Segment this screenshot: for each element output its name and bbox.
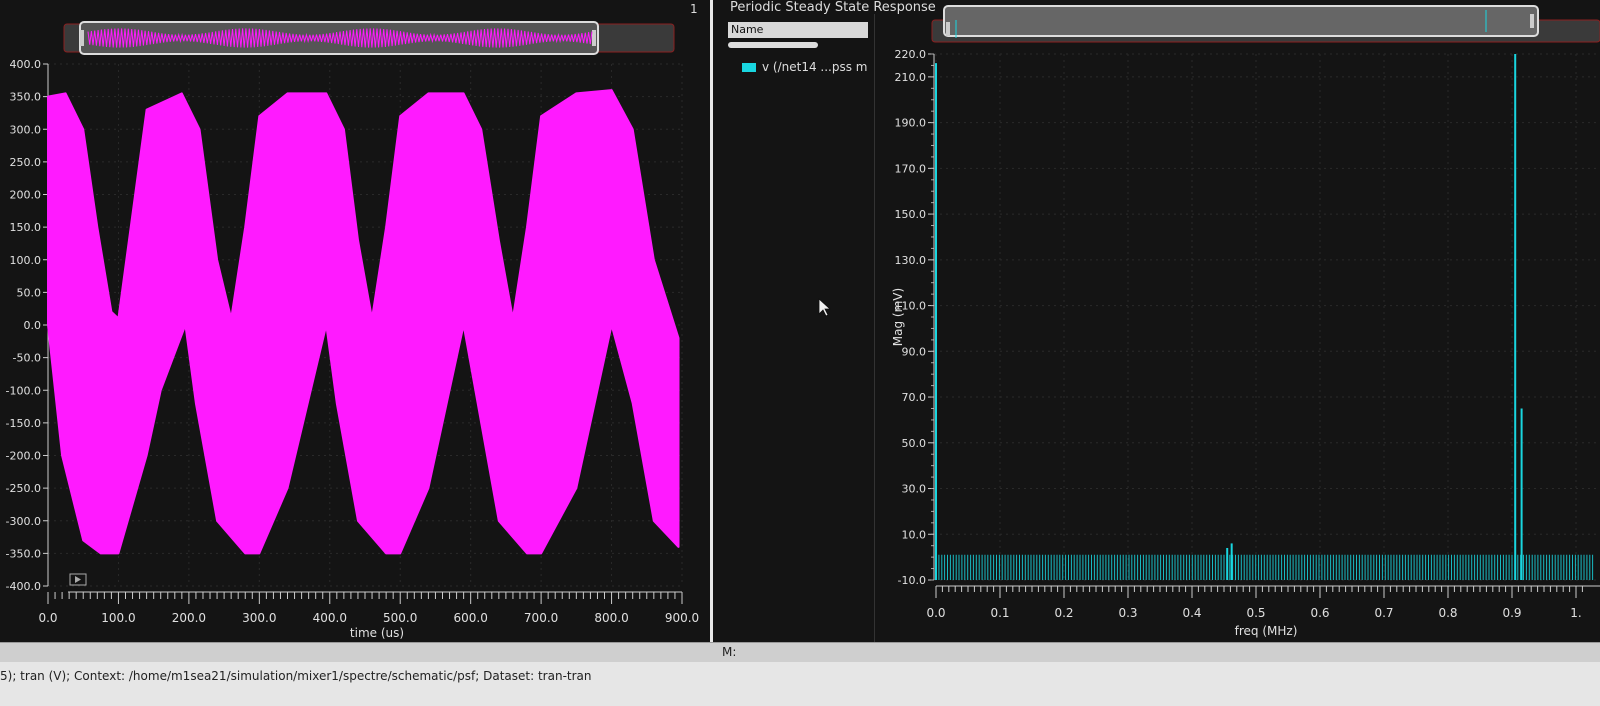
y-tick-label: 90.0 xyxy=(902,345,927,358)
x-tick-label: 600.0 xyxy=(453,611,487,625)
x-tick-label: 700.0 xyxy=(524,611,558,625)
spectrum-noise-floor xyxy=(935,554,1594,580)
marker-bar: M: xyxy=(0,642,1600,663)
y-tick-label: 350.0 xyxy=(10,91,42,104)
x-tick-label: 1. xyxy=(1570,606,1581,620)
x-axis-label: time (us) xyxy=(350,626,404,640)
x-tick-label: 200.0 xyxy=(172,611,206,625)
y-tick-label: 150.0 xyxy=(10,221,42,234)
x-tick-label: 0.8 xyxy=(1438,606,1457,620)
y-tick-label: 50.0 xyxy=(17,286,42,299)
x-tick-label: 800.0 xyxy=(594,611,628,625)
y-tick-label: -50.0 xyxy=(13,352,41,365)
y-tick-label: 210.0 xyxy=(895,71,927,84)
y-tick-label: -250.0 xyxy=(6,482,41,495)
x-tick-label: 0.9 xyxy=(1502,606,1521,620)
y-tick-label: 220.0 xyxy=(895,48,927,61)
zoom-handle-left xyxy=(946,22,950,36)
x-tick-label: 0.2 xyxy=(1054,606,1073,620)
y-tick-label: -300.0 xyxy=(6,515,41,528)
list-column-header[interactable]: Name xyxy=(728,22,868,38)
x-tick-label: 0.7 xyxy=(1374,606,1393,620)
transient-waveform xyxy=(47,89,680,555)
x-tick-label: 300.0 xyxy=(242,611,276,625)
y-tick-label: 300.0 xyxy=(10,123,42,136)
status-text: 5); tran (V); Context: /home/m1sea21/sim… xyxy=(0,669,592,683)
legend-swatch xyxy=(742,63,756,72)
spectrum-chart[interactable]: 220.0210.0190.0170.0150.0130.0110.090.07… xyxy=(876,0,1600,642)
y-tick-label: 70.0 xyxy=(902,391,927,404)
play-icon-glyph xyxy=(75,576,81,583)
y-tick-label: -200.0 xyxy=(6,450,41,463)
y-tick-label: -350.0 xyxy=(6,547,41,560)
y-tick-label: 250.0 xyxy=(10,156,42,169)
pane-divider[interactable] xyxy=(874,14,875,642)
y-tick-label: -400.0 xyxy=(6,580,41,593)
y-axis-label: Mag (mV) xyxy=(891,288,905,346)
y-tick-label: 0.0 xyxy=(24,319,42,332)
legend-label: v (/net14 ...pss m xyxy=(762,60,868,74)
signal-list-pane xyxy=(710,0,879,642)
zoom-handle-left xyxy=(80,30,84,46)
y-tick-label: 200.0 xyxy=(10,189,42,202)
y-tick-label: 10.0 xyxy=(902,528,927,541)
x-tick-label: 900.0 xyxy=(665,611,699,625)
x-tick-label: 400.0 xyxy=(313,611,347,625)
x-tick-label: 0.0 xyxy=(38,611,57,625)
x-tick-label: 0.6 xyxy=(1310,606,1329,620)
y-tick-label: 190.0 xyxy=(895,117,927,130)
y-tick-label: 100.0 xyxy=(10,254,42,267)
x-tick-label: 100.0 xyxy=(101,611,135,625)
y-tick-label: 150.0 xyxy=(895,208,927,221)
x-tick-label: 0.5 xyxy=(1246,606,1265,620)
y-tick-label: 30.0 xyxy=(902,483,927,496)
legend-item[interactable]: v (/net14 ...pss m xyxy=(742,60,868,74)
status-bar: 5); tran (V); Context: /home/m1sea21/sim… xyxy=(0,662,1600,706)
zoom-handle-right xyxy=(592,30,596,46)
y-tick-label: 50.0 xyxy=(902,437,927,450)
x-tick-label: 500.0 xyxy=(383,611,417,625)
y-tick-label: -10.0 xyxy=(898,574,926,587)
mouse-cursor-icon xyxy=(818,298,832,317)
y-tick-label: -100.0 xyxy=(6,384,41,397)
zoom-handle-right xyxy=(1530,14,1534,28)
y-tick-label: 170.0 xyxy=(895,162,927,175)
x-tick-label: 0.0 xyxy=(926,606,945,620)
x-tick-label: 0.1 xyxy=(990,606,1009,620)
x-tick-label: 0.4 xyxy=(1182,606,1201,620)
y-tick-label: 130.0 xyxy=(895,254,927,267)
marker-label: M: xyxy=(722,645,737,659)
y-tick-label: -150.0 xyxy=(6,417,41,430)
zoom-scrollbar-thumb xyxy=(943,5,1539,37)
transient-chart[interactable]: 400.0 350.0 300.0 250.0 200.0 150.0 100.0 50.0 0… xyxy=(0,0,710,642)
x-tick-label: 0.3 xyxy=(1118,606,1137,620)
y-tick-label: 400.0 xyxy=(10,58,42,71)
list-scrollbar[interactable] xyxy=(728,42,818,48)
x-axis-label: freq (MHz) xyxy=(1235,624,1298,638)
